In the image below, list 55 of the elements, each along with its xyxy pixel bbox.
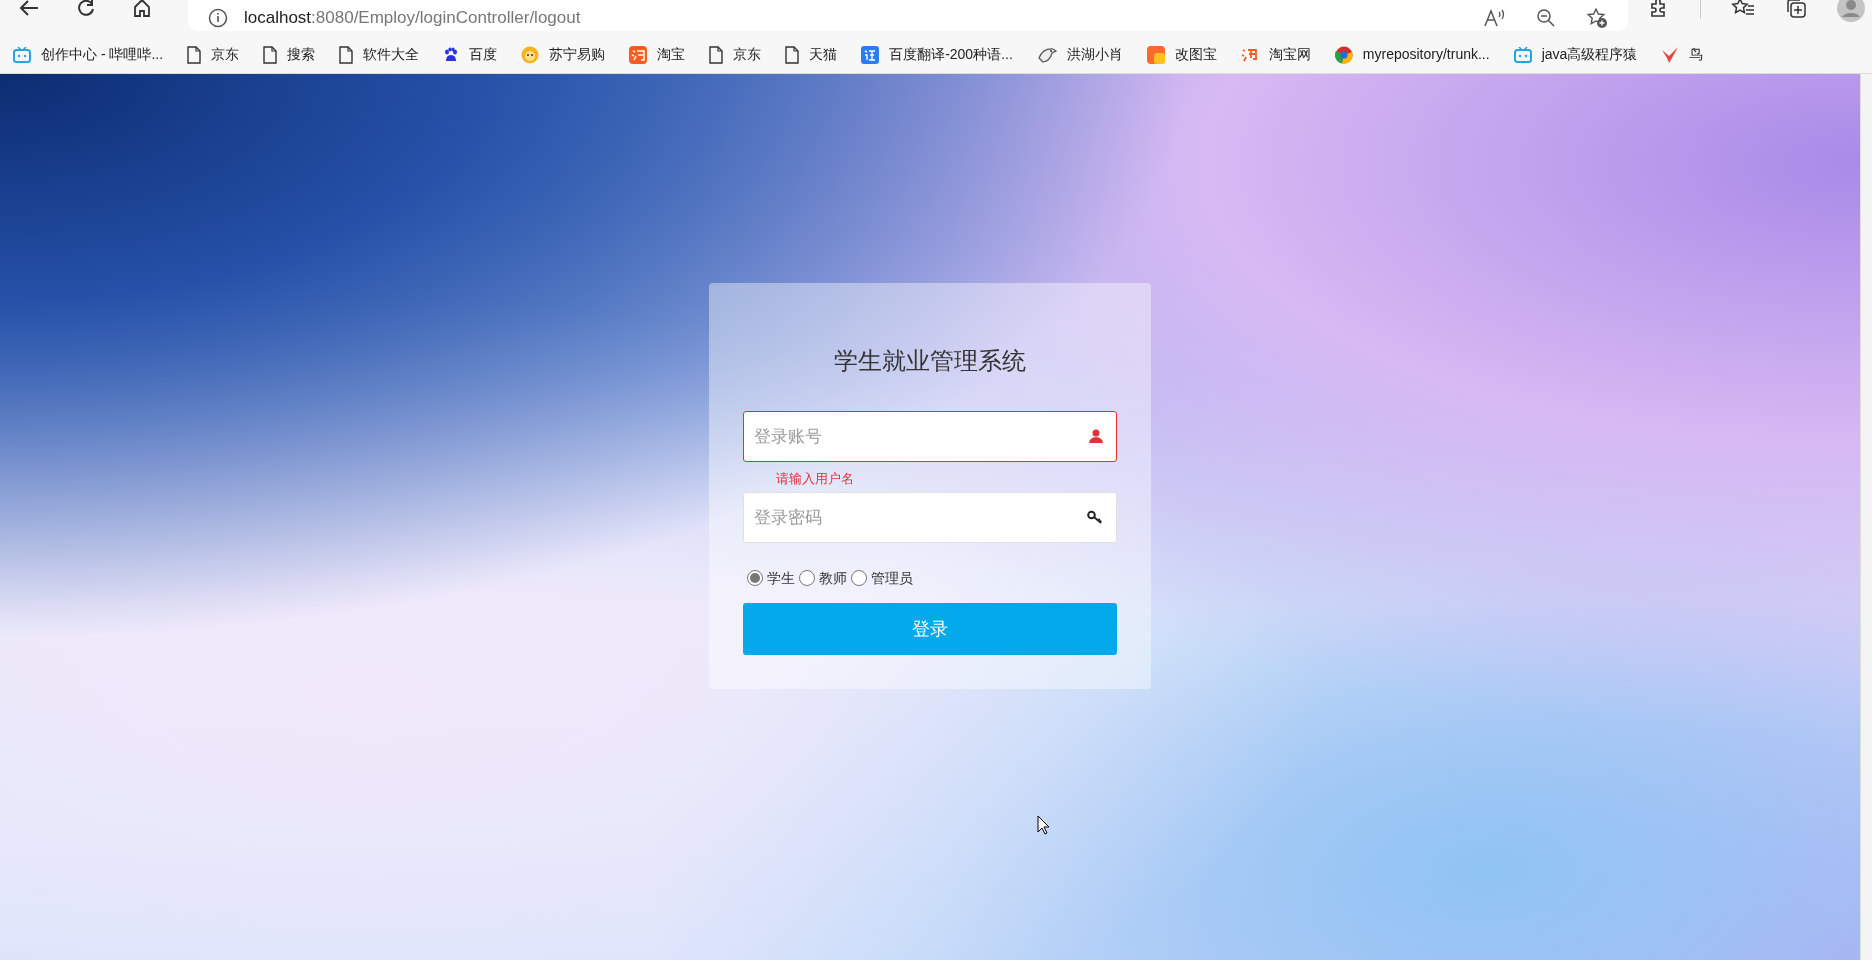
key-icon [1087, 510, 1103, 524]
url-text: localhost:8080/Employ/loginController/logout [244, 7, 581, 30]
bookmark-link[interactable]: 苏宁易购 [520, 40, 607, 69]
tv-icon [1513, 46, 1532, 63]
bookmark-link[interactable]: 京东 [186, 40, 241, 69]
bird-icon [1036, 45, 1057, 64]
radio-label[interactable]: 管理员 [871, 567, 913, 589]
page-icon [709, 45, 724, 64]
lion-face-icon [521, 45, 540, 64]
radio-button[interactable] [799, 570, 815, 586]
radio-label[interactable]: 教师 [819, 567, 847, 589]
radio-button[interactable] [747, 570, 763, 586]
tao-character-icon [1240, 46, 1259, 63]
bookmark-link[interactable]: 创作中心 - 哔哩哔... [12, 40, 165, 69]
bookmark-link[interactable]: 百度 [442, 40, 499, 69]
favorite-add-icon[interactable] [1586, 7, 1608, 29]
collections-icon[interactable] [1785, 0, 1807, 19]
bookmark-link[interactable]: 天猫 [784, 40, 839, 69]
password-field[interactable]: 登录密码 [743, 492, 1117, 543]
username-field[interactable]: 登录账号 [743, 411, 1117, 462]
info-icon[interactable] [208, 8, 228, 28]
user-icon [1089, 429, 1103, 443]
system-title: 学生就业管理系统 [833, 346, 1027, 376]
bookmark-link[interactable]: myrepository/trunk... [1333, 40, 1491, 69]
error-message: 请输入用户名 [775, 470, 855, 488]
address-bar[interactable]: localhost:8080/Employ/loginController/logout [188, 0, 1628, 31]
bookmark-link[interactable]: 鸟 [1660, 40, 1705, 69]
page-icon [339, 45, 354, 64]
read-aloud-icon[interactable] [1484, 9, 1506, 27]
page-icon [785, 45, 800, 64]
overlapping-squares-icon [1146, 45, 1165, 64]
paw-icon [443, 46, 460, 63]
bookmark-link[interactable]: 洪湖小肖 [1035, 40, 1124, 69]
translate-icon [861, 45, 880, 64]
bookmark-link[interactable]: 淘宝网 [1239, 40, 1312, 69]
tv-icon [13, 46, 31, 63]
home-icon[interactable] [132, 0, 152, 18]
mouse-cursor-icon [1037, 815, 1050, 835]
bookmark-link[interactable]: 京东 [708, 40, 763, 69]
page-icon [263, 45, 278, 64]
refresh-icon[interactable] [76, 0, 96, 18]
colored-circle-icon [1334, 45, 1353, 64]
bookmark-link[interactable]: 软件大全 [338, 40, 421, 69]
tao-logo-icon [629, 45, 648, 64]
radio-button[interactable] [851, 570, 867, 586]
profile-avatar-icon[interactable] [1837, 0, 1865, 22]
bookmark-link[interactable]: java高级程序猿 [1512, 40, 1639, 69]
page-icon [187, 45, 202, 64]
bookmark-link[interactable]: 淘宝 [628, 40, 687, 69]
bookmark-link[interactable]: 百度翻译-200种语... [860, 40, 1014, 69]
zoom-out-icon[interactable] [1536, 8, 1556, 28]
bookmark-link[interactable]: 搜索 [262, 40, 317, 69]
radio-label[interactable]: 学生 [767, 567, 795, 589]
bookmark-link[interactable]: 改图宝 [1145, 40, 1218, 69]
back-icon[interactable] [18, 0, 40, 17]
